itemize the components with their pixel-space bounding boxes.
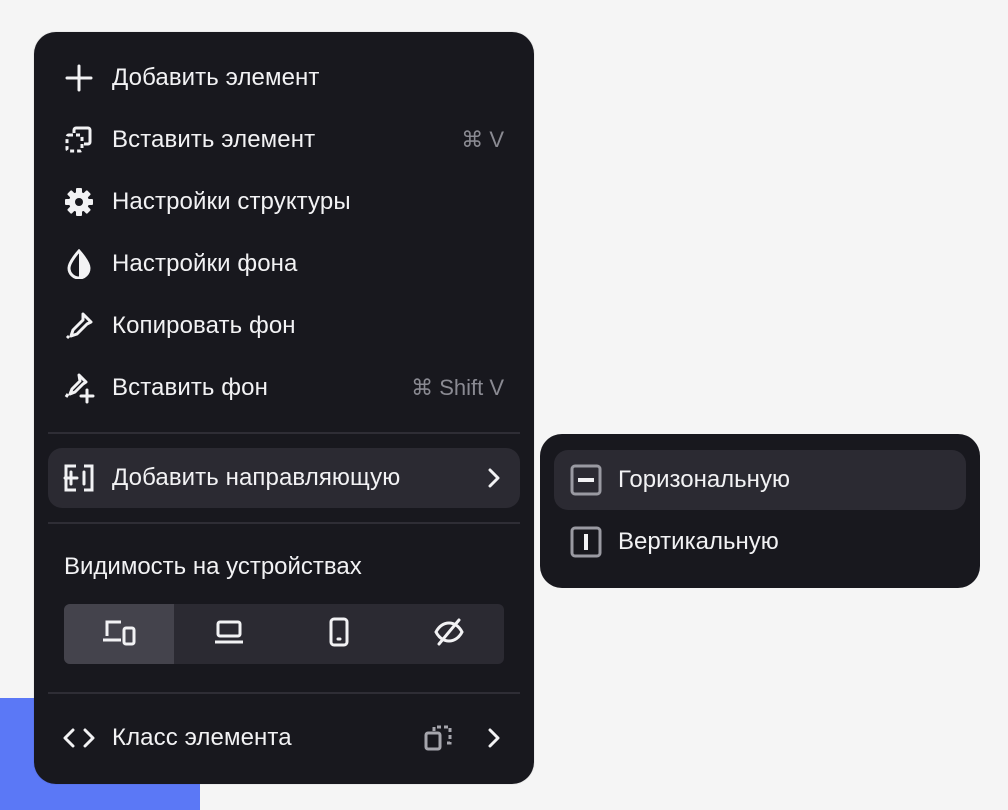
device-visibility-switcher <box>64 604 504 664</box>
dropper-plus-icon <box>62 371 96 405</box>
menu-item-label: Вставить элемент <box>112 126 316 153</box>
menu-item-structure-settings[interactable]: Настройки структуры <box>48 172 520 232</box>
copy-class-icon[interactable] <box>424 723 454 753</box>
divider <box>48 432 520 434</box>
menu-item-label: Класс элемента <box>112 724 292 751</box>
dropper-icon <box>62 309 96 343</box>
visibility-option-hidden[interactable] <box>394 604 504 664</box>
menu-item-copy-background[interactable]: Копировать фон <box>48 296 520 356</box>
drop-icon <box>62 247 96 281</box>
menu-item-label: Добавить элемент <box>112 64 320 91</box>
paste-element-icon <box>62 123 96 157</box>
eye-off-icon <box>433 618 465 651</box>
context-menu: Добавить элемент Вставить элемент ⌘ V На… <box>34 32 534 784</box>
menu-item-label: Вставить фон <box>112 374 268 401</box>
guide-submenu: Горизональную Вертикальную <box>540 434 980 588</box>
visibility-option-all-devices[interactable] <box>64 604 174 664</box>
laptop-icon <box>214 619 244 650</box>
menu-item-background-settings[interactable]: Настройки фона <box>48 234 520 294</box>
shortcut-hint: ⌘ V <box>461 127 504 152</box>
divider <box>48 692 520 694</box>
menu-item-paste-background[interactable]: Вставить фон ⌘ Shift V <box>48 358 520 418</box>
chevron-right-icon <box>484 726 504 750</box>
menu-item-label: Копировать фон <box>112 312 296 339</box>
shortcut-hint: ⌘ Shift V <box>411 375 504 400</box>
vertical-guide-icon <box>570 526 602 558</box>
code-icon <box>62 721 96 755</box>
menu-item-label: Добавить направляющую <box>112 464 401 491</box>
menu-item-label: Настройки структуры <box>112 188 351 215</box>
horizontal-guide-icon <box>570 464 602 496</box>
menu-item-label: Настройки фона <box>112 250 298 277</box>
add-guide-icon <box>62 461 96 495</box>
plus-icon <box>62 61 96 95</box>
submenu-item-label: Горизональную <box>618 466 790 493</box>
visibility-option-desktop[interactable] <box>174 604 284 664</box>
menu-item-element-class[interactable]: Класс элемента <box>48 708 520 768</box>
gear-icon <box>62 185 96 219</box>
menu-item-add-element[interactable]: Добавить элемент <box>48 48 520 108</box>
submenu-item-label: Вертикальную <box>618 528 779 555</box>
submenu-item-horizontal[interactable]: Горизональную <box>554 450 966 510</box>
all-devices-icon <box>101 618 137 651</box>
submenu-item-vertical[interactable]: Вертикальную <box>554 512 966 572</box>
visibility-option-mobile[interactable] <box>284 604 394 664</box>
menu-item-add-guide[interactable]: Добавить направляющую <box>48 448 520 508</box>
chevron-right-icon <box>484 466 504 490</box>
visibility-title: Видимость на устройствах <box>64 553 362 580</box>
phone-icon <box>328 617 350 652</box>
menu-item-paste-element[interactable]: Вставить элемент ⌘ V <box>48 110 520 170</box>
divider <box>48 522 520 524</box>
